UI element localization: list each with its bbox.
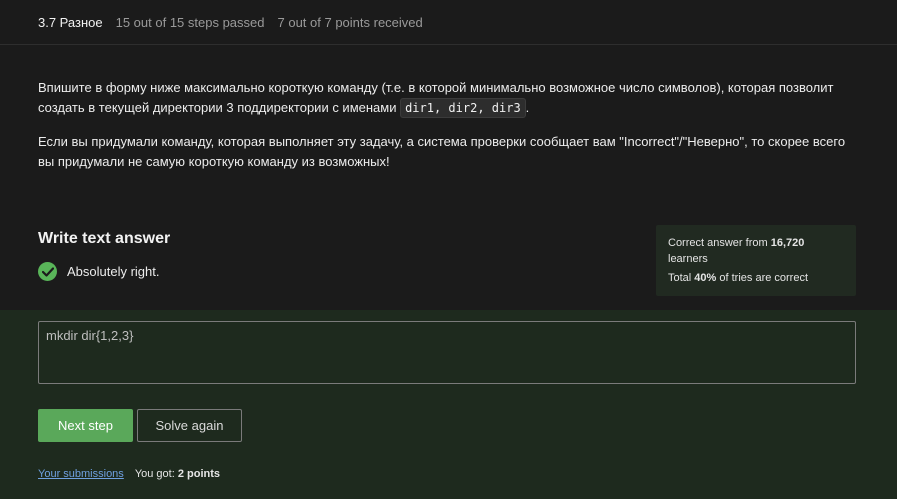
steps-passed-counter: 15 out of 15 steps passed [115, 14, 265, 30]
answer-textarea[interactable]: mkdir dir{1,2,3} [38, 321, 856, 384]
total-correct-line: Total 40% of tries are correct [668, 270, 844, 286]
check-circle-icon [38, 262, 57, 281]
step-page: 3.7 Разное 15 out of 15 steps passed 7 o… [0, 0, 897, 499]
answer-zone: mkdir dir{1,2,3} Next step Solve again Y… [0, 310, 897, 499]
submission-footer: Your submissions You got: 2 points [38, 468, 220, 480]
task-description: Впишите в форму ниже максимально коротку… [38, 78, 858, 186]
correct-learners-line: Correct answer from 16,720 learners [668, 235, 844, 267]
answer-section-title: Write text answer [38, 230, 171, 247]
correct-prefix: Correct answer from [668, 237, 771, 249]
task-paragraph-1-end: . [525, 100, 530, 115]
status-text: Absolutely right. [67, 264, 160, 279]
total-percent: 40% [694, 272, 717, 284]
step-header: 3.7 Разное 15 out of 15 steps passed 7 o… [0, 0, 897, 45]
task-paragraph-1: Впишите в форму ниже максимально коротку… [38, 78, 858, 118]
task-paragraph-2: Если вы придумали команду, которая выпол… [38, 134, 846, 169]
step-title: 3.7 Разное [38, 14, 103, 30]
your-submissions-link[interactable]: Your submissions [38, 468, 124, 480]
answer-stats-panel: Correct answer from 16,720 learners Tota… [656, 225, 856, 296]
score-text: You got: 2 points [135, 468, 220, 480]
points-counter: 7 out of 7 points received [277, 14, 423, 30]
code-inline: dir1, dir2, dir3 [400, 98, 526, 118]
score-value: 2 points [177, 468, 221, 480]
solve-again-button[interactable]: Solve again [137, 409, 242, 442]
total-suffix: of tries are correct [716, 272, 809, 284]
next-step-button[interactable]: Next step [38, 409, 133, 442]
score-prefix: You got: [134, 468, 178, 480]
correct-suffix: learners [668, 253, 708, 265]
answer-status: Absolutely right. [38, 262, 160, 281]
correct-count: 16,720 [770, 237, 805, 249]
total-prefix: Total [668, 272, 695, 284]
